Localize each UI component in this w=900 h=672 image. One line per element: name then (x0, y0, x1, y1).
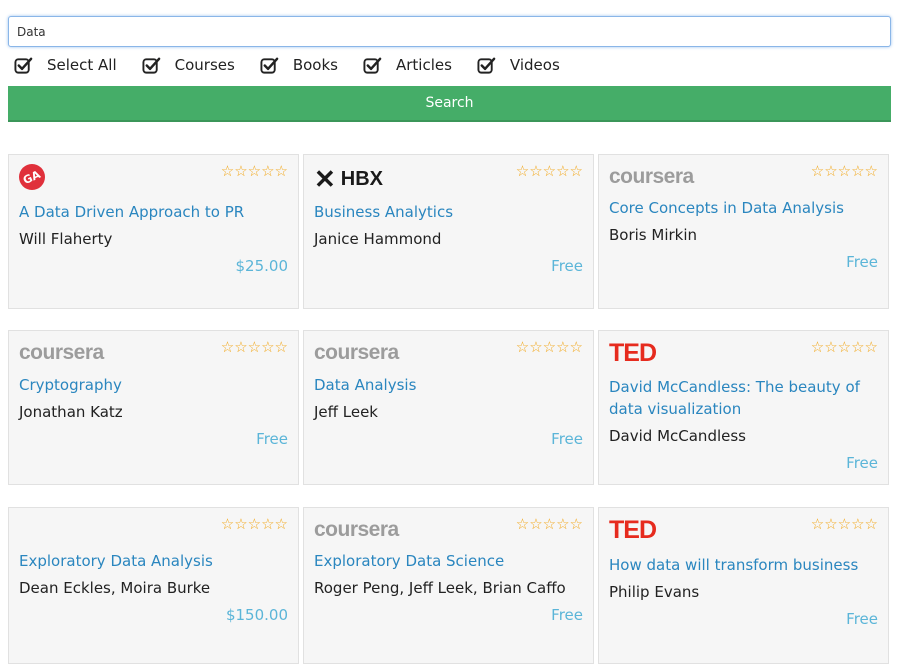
result-author: Roger Peng, Jeff Leek, Brian Caffo (314, 579, 566, 597)
result-card[interactable]: ✕ HBX ☆☆☆☆☆ Business Analytics Janice Ham… (303, 154, 594, 309)
star-rating[interactable]: ☆☆☆☆☆ (516, 515, 583, 533)
result-card[interactable]: coursera ☆☆☆☆☆ Data Analysis Jeff Leek F… (303, 330, 594, 485)
ga-logo-icon: GA (19, 163, 45, 193)
result-title-link[interactable]: Exploratory Data Science (314, 550, 579, 572)
checkbox-checked-icon[interactable] (477, 56, 496, 75)
star-rating[interactable]: ☆☆☆☆☆ (811, 515, 878, 533)
search-input[interactable] (8, 16, 891, 47)
filter-bar: Select All Courses Books Articles Videos (14, 54, 585, 76)
coursera-logo-icon: coursera (314, 518, 399, 541)
star-rating[interactable]: ☆☆☆☆☆ (811, 338, 878, 356)
star-rating[interactable]: ☆☆☆☆☆ (221, 162, 288, 180)
result-card[interactable]: coursera ☆☆☆☆☆ Cryptography Jonathan Kat… (8, 330, 299, 485)
result-card[interactable]: coursera ☆☆☆☆☆ Exploratory Data Science … (303, 507, 594, 664)
result-card[interactable]: GA ☆☆☆☆☆ A Data Driven Approach to PR Wi… (8, 154, 299, 309)
result-title-link[interactable]: Core Concepts in Data Analysis (609, 197, 874, 219)
result-price: Free (256, 430, 288, 448)
result-title-link[interactable]: Exploratory Data Analysis (19, 550, 284, 572)
result-card[interactable]: coursera ☆☆☆☆☆ Core Concepts in Data Ana… (598, 154, 889, 309)
filter-label: Select All (47, 56, 117, 74)
coursera-logo-icon: coursera (314, 341, 399, 364)
star-rating[interactable]: ☆☆☆☆☆ (516, 338, 583, 356)
checkbox-checked-icon[interactable] (142, 56, 161, 75)
filter-articles[interactable]: Articles (363, 56, 452, 75)
result-price: Free (551, 606, 583, 624)
result-title-link[interactable]: How data will transform business (609, 554, 874, 576)
hbx-logo-icon: ✕ HBX (314, 164, 384, 194)
checkbox-checked-icon[interactable] (363, 56, 382, 75)
checkbox-checked-icon[interactable] (260, 56, 279, 75)
result-card[interactable]: ☆☆☆☆☆ Exploratory Data Analysis Dean Eck… (8, 507, 299, 664)
star-rating[interactable]: ☆☆☆☆☆ (221, 515, 288, 533)
star-rating[interactable]: ☆☆☆☆☆ (516, 162, 583, 180)
filter-select-all[interactable]: Select All (14, 56, 117, 75)
ted-logo-icon: TED (609, 516, 657, 544)
result-author: Philip Evans (609, 583, 700, 601)
result-author: Boris Mirkin (609, 226, 698, 244)
star-rating[interactable]: ☆☆☆☆☆ (221, 338, 288, 356)
result-title-link[interactable]: A Data Driven Approach to PR (19, 201, 284, 223)
result-title-link[interactable]: David McCandless: The beauty of data vis… (609, 376, 874, 420)
filter-label: Articles (395, 56, 452, 74)
result-title-link[interactable]: Cryptography (19, 374, 284, 396)
result-price: $150.00 (225, 606, 288, 624)
filter-courses[interactable]: Courses (142, 56, 235, 75)
coursera-logo-icon: coursera (609, 165, 694, 188)
search-button[interactable]: Search (8, 86, 891, 122)
result-price: Free (551, 257, 583, 275)
ted-logo-icon: TED (609, 339, 657, 367)
result-price: Free (846, 253, 878, 271)
result-author: David McCandless (609, 427, 746, 445)
filter-books[interactable]: Books (260, 56, 338, 75)
filter-label: Books (292, 56, 338, 74)
filter-label: Courses (174, 56, 235, 74)
result-author: Janice Hammond (314, 230, 442, 248)
result-price: Free (846, 610, 878, 628)
result-card[interactable]: TED ☆☆☆☆☆ David McCandless: The beauty o… (598, 330, 889, 485)
result-price: Free (551, 430, 583, 448)
coursera-logo-icon: coursera (19, 341, 104, 364)
checkbox-checked-icon[interactable] (14, 56, 33, 75)
result-title-link[interactable]: Business Analytics (314, 201, 579, 223)
filter-label: Videos (509, 56, 560, 74)
filter-videos[interactable]: Videos (477, 56, 560, 75)
result-author: Dean Eckles, Moira Burke (19, 579, 211, 597)
result-author: Jonathan Katz (19, 403, 123, 421)
result-card[interactable]: TED ☆☆☆☆☆ How data will transform busine… (598, 507, 889, 664)
result-price: Free (846, 454, 878, 472)
star-rating[interactable]: ☆☆☆☆☆ (811, 162, 878, 180)
result-title-link[interactable]: Data Analysis (314, 374, 579, 396)
result-author: Will Flaherty (19, 230, 113, 248)
result-author: Jeff Leek (314, 403, 378, 421)
result-price: $25.00 (235, 257, 289, 275)
